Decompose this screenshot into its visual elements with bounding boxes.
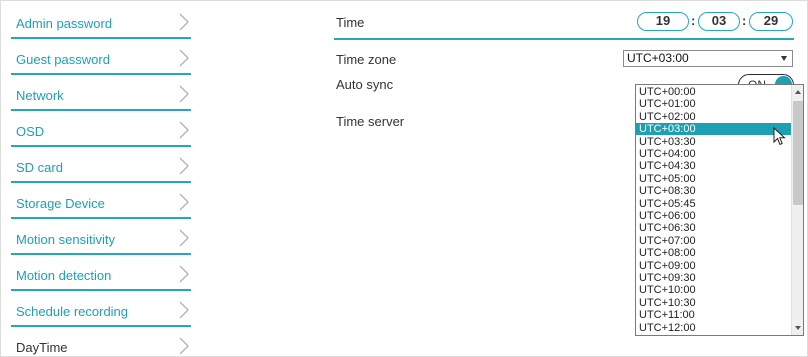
sidebar-item-label: Guest password [16, 52, 110, 67]
timezone-option[interactable]: UTC+04:00 [636, 148, 791, 160]
timezone-option[interactable]: UTC+12:00 [636, 322, 791, 334]
settings-panel: Admin password Guest password Network OSD SD… [0, 0, 808, 357]
sidebar-item-label: Admin password [16, 16, 113, 31]
sidebar-item[interactable]: OSD [1, 112, 201, 148]
sidebar-item[interactable]: Storage Device [1, 184, 201, 220]
dropdown-scrollbar[interactable] [791, 85, 803, 335]
sidebar-item[interactable]: SD card [1, 148, 201, 184]
time-separator: : [742, 13, 747, 28]
sidebar-item[interactable]: Schedule recording [1, 292, 201, 328]
chevron-right-icon [179, 193, 189, 211]
time-label: Time [336, 15, 365, 30]
time-divider [334, 38, 794, 40]
sidebar-item-label: Motion detection [16, 268, 112, 283]
chevron-right-icon [179, 229, 189, 247]
timeserver-label: Time server [336, 114, 405, 129]
scroll-down-arrow-icon[interactable] [795, 326, 801, 330]
timezone-option[interactable]: UTC+06:00 [636, 210, 791, 222]
timezone-option[interactable]: UTC+00:00 [636, 86, 791, 98]
sidebar-item-underline [11, 217, 191, 219]
sidebar-item-underline [11, 37, 191, 39]
timezone-option[interactable]: UTC+10:00 [636, 284, 791, 296]
chevron-right-icon [179, 121, 189, 139]
timezone-option[interactable]: UTC+02:00 [636, 111, 791, 123]
triangle-down-icon [781, 56, 787, 61]
sidebar: Admin password Guest password Network OSD SD… [1, 1, 201, 357]
sidebar-item[interactable]: DayTime [1, 328, 201, 357]
timezone-select-value: UTC+03:00 [627, 51, 689, 65]
timezone-option[interactable]: UTC+09:00 [636, 260, 791, 272]
sidebar-item[interactable]: Motion detection [1, 256, 201, 292]
sidebar-item-label: Storage Device [16, 196, 105, 211]
sidebar-item-underline [11, 181, 191, 183]
hours-field[interactable]: 19 [637, 12, 689, 31]
scroll-thumb[interactable] [793, 101, 803, 205]
seconds-field[interactable]: 29 [749, 12, 793, 31]
mouse-pointer-icon [773, 127, 786, 146]
chevron-right-icon [179, 301, 189, 319]
sidebar-item-underline [11, 253, 191, 255]
chevron-right-icon [179, 157, 189, 175]
sidebar-item-underline [11, 109, 191, 111]
chevron-right-icon [179, 85, 189, 103]
timezone-option[interactable]: UTC+05:45 [636, 198, 791, 210]
timezone-option[interactable]: UTC+08:00 [636, 247, 791, 259]
chevron-right-icon [179, 265, 189, 283]
chevron-right-icon [179, 13, 189, 31]
timezone-option[interactable]: UTC+05:00 [636, 173, 791, 185]
sidebar-item-underline [11, 145, 191, 147]
scroll-up-arrow-icon[interactable] [795, 90, 801, 94]
timezone-option[interactable]: UTC+11:00 [636, 309, 791, 321]
sidebar-item-underline [11, 289, 191, 291]
autosync-label: Auto sync [336, 77, 394, 92]
chevron-right-icon [179, 337, 189, 355]
timezone-option[interactable]: UTC+06:30 [636, 222, 791, 234]
timezone-option[interactable]: UTC+03:30 [636, 136, 791, 148]
sidebar-item[interactable]: Admin password [1, 4, 201, 40]
timezone-option[interactable]: UTC+04:30 [636, 160, 791, 172]
timezone-select[interactable]: UTC+03:00 [623, 50, 793, 67]
timezone-option[interactable]: UTC+09:30 [636, 272, 791, 284]
sidebar-item[interactable]: Guest password [1, 40, 201, 76]
sidebar-item-label: SD card [16, 160, 63, 175]
sidebar-item-label: Motion sensitivity [16, 232, 115, 247]
sidebar-item-underline [11, 73, 191, 75]
time-separator: : [691, 13, 696, 28]
timezone-dropdown-list[interactable]: UTC+12:00 UTC+11:00 UTC+10:30 UTC+10:00 UTC+… [635, 84, 804, 336]
sidebar-item-label: DayTime [16, 340, 68, 355]
timezone-option[interactable]: UTC+08:30 [636, 185, 791, 197]
chevron-right-icon [179, 49, 189, 67]
minutes-field[interactable]: 03 [698, 12, 740, 31]
sidebar-item[interactable]: Network [1, 76, 201, 112]
sidebar-item-label: Schedule recording [16, 304, 129, 319]
timezone-label: Time zone [336, 52, 397, 67]
timezone-option[interactable]: UTC+03:00 [636, 123, 791, 136]
sidebar-item[interactable]: Motion sensitivity [1, 220, 201, 256]
timezone-option[interactable]: UTC+07:00 [636, 235, 791, 247]
timezone-option[interactable]: UTC+10:30 [636, 297, 791, 309]
sidebar-item-label: Network [16, 88, 64, 103]
sidebar-item-underline [11, 325, 191, 327]
timezone-option[interactable]: UTC+01:00 [636, 98, 791, 110]
sidebar-item-label: OSD [16, 124, 45, 139]
